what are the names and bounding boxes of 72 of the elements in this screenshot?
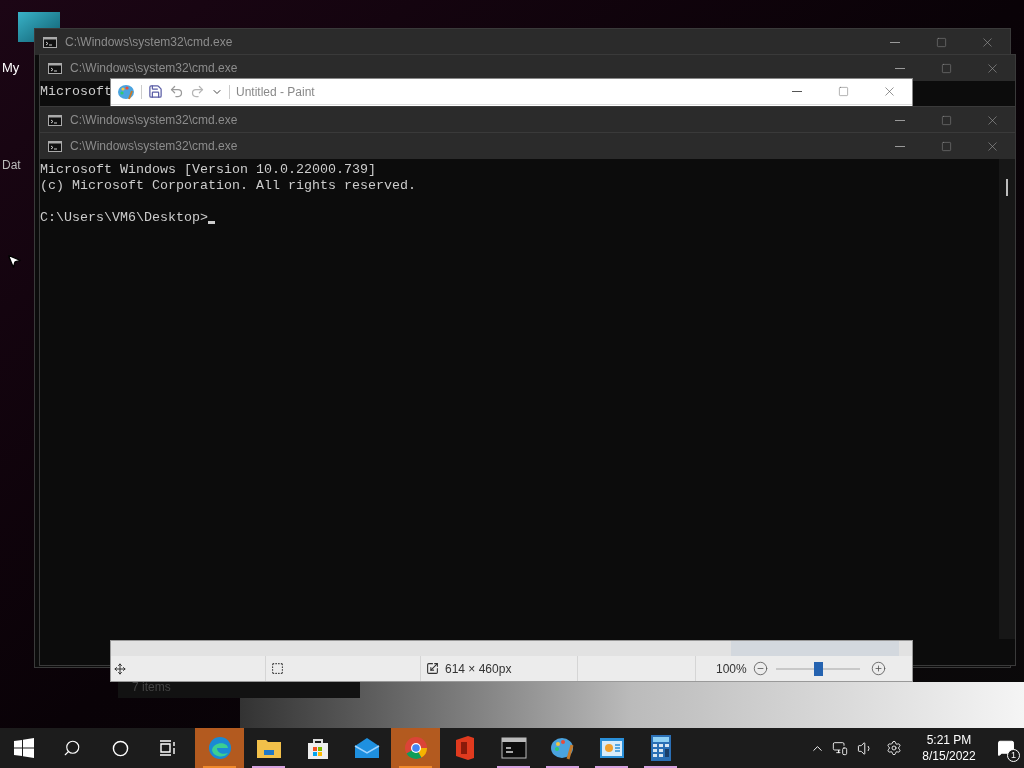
console-icon	[48, 114, 62, 126]
console-icon	[48, 62, 62, 74]
scroll-thumb[interactable]	[1006, 179, 1008, 196]
shopping-bag-icon	[306, 736, 329, 760]
plus-icon	[870, 661, 886, 676]
zoom-level: 100%	[716, 660, 747, 678]
running-indicator	[644, 766, 677, 768]
slider-thumb[interactable]	[813, 661, 823, 676]
chrome-icon	[403, 736, 428, 760]
settings-icon	[886, 740, 902, 756]
undo-icon[interactable]	[169, 84, 184, 99]
maximize-icon	[940, 114, 952, 126]
zoom-slider[interactable]	[775, 661, 860, 676]
window-title: C:\Windows\system32\cmd.exe	[70, 138, 238, 155]
console-line: Microsoft Windows [Version 10.0.22000.739]	[40, 162, 376, 178]
mouse-pointer-icon	[6, 253, 22, 269]
window-title: Untitled - Paint	[236, 83, 315, 101]
zoom-in-button[interactable]	[870, 661, 886, 676]
task-view-icon	[159, 740, 177, 756]
notifications-button[interactable]: 1	[988, 728, 1024, 768]
maximize-icon	[935, 36, 947, 48]
clock[interactable]: 5:21 PM 8/15/2022	[910, 728, 988, 768]
palette-icon[interactable]	[117, 82, 135, 101]
running-indicator	[399, 766, 432, 768]
zoom-out-button[interactable]	[752, 661, 768, 676]
minimize-icon	[792, 91, 802, 92]
console-line: (c) Microsoft Corporation. All rights reserved.	[40, 178, 416, 194]
edge-icon	[207, 736, 232, 760]
network-icon	[832, 740, 848, 756]
running-indicator	[497, 766, 530, 768]
window-title: C:\Windows\system32\cmd.exe	[65, 34, 233, 51]
windows-logo-icon	[14, 738, 34, 758]
scrollbar[interactable]	[999, 159, 1015, 639]
icon-label[interactable]: Dat	[2, 156, 21, 174]
minimize-icon	[890, 41, 900, 43]
horizontal-scrollbar[interactable]	[111, 641, 912, 656]
maximize-icon	[837, 86, 849, 97]
search-icon	[63, 739, 81, 757]
running-indicator	[203, 766, 236, 768]
window-title: C:\Windows\system32\cmd.exe	[70, 112, 238, 129]
canvas-size-icon	[426, 662, 439, 675]
folder-icon	[255, 737, 282, 759]
minimize-icon	[895, 119, 905, 121]
minus-icon	[752, 661, 768, 676]
window-title: C:\Windows\system32\cmd.exe	[70, 60, 238, 77]
console-line: C:\Users\VM6\Desktop>	[40, 210, 208, 226]
move-icon	[114, 662, 126, 675]
office-icon	[453, 735, 476, 761]
console-icon	[48, 140, 62, 152]
scroll-thumb[interactable]	[731, 641, 899, 656]
envelope-icon	[353, 737, 380, 759]
palette-icon	[549, 735, 576, 761]
notification-count: 1	[1007, 749, 1020, 762]
selection-icon	[271, 662, 284, 675]
circle-icon	[111, 739, 129, 757]
canvas-size: 614 × 460px	[445, 660, 512, 678]
maximize-icon	[940, 62, 952, 74]
console-line: Microsoft	[40, 84, 112, 100]
redo-icon[interactable]	[190, 84, 205, 99]
running-indicator	[252, 766, 285, 768]
minimize-icon	[895, 67, 905, 69]
running-indicator	[546, 766, 579, 768]
minimize-icon	[895, 145, 905, 147]
control-panel-icon	[598, 737, 625, 759]
save-icon[interactable]	[148, 84, 163, 99]
calculator-icon	[650, 735, 671, 761]
console-icon	[500, 737, 527, 759]
message-icon	[997, 739, 1015, 757]
icon-label[interactable]: My	[2, 58, 20, 78]
console-icon	[43, 36, 57, 48]
running-indicator	[595, 766, 628, 768]
maximize-icon	[940, 140, 952, 152]
